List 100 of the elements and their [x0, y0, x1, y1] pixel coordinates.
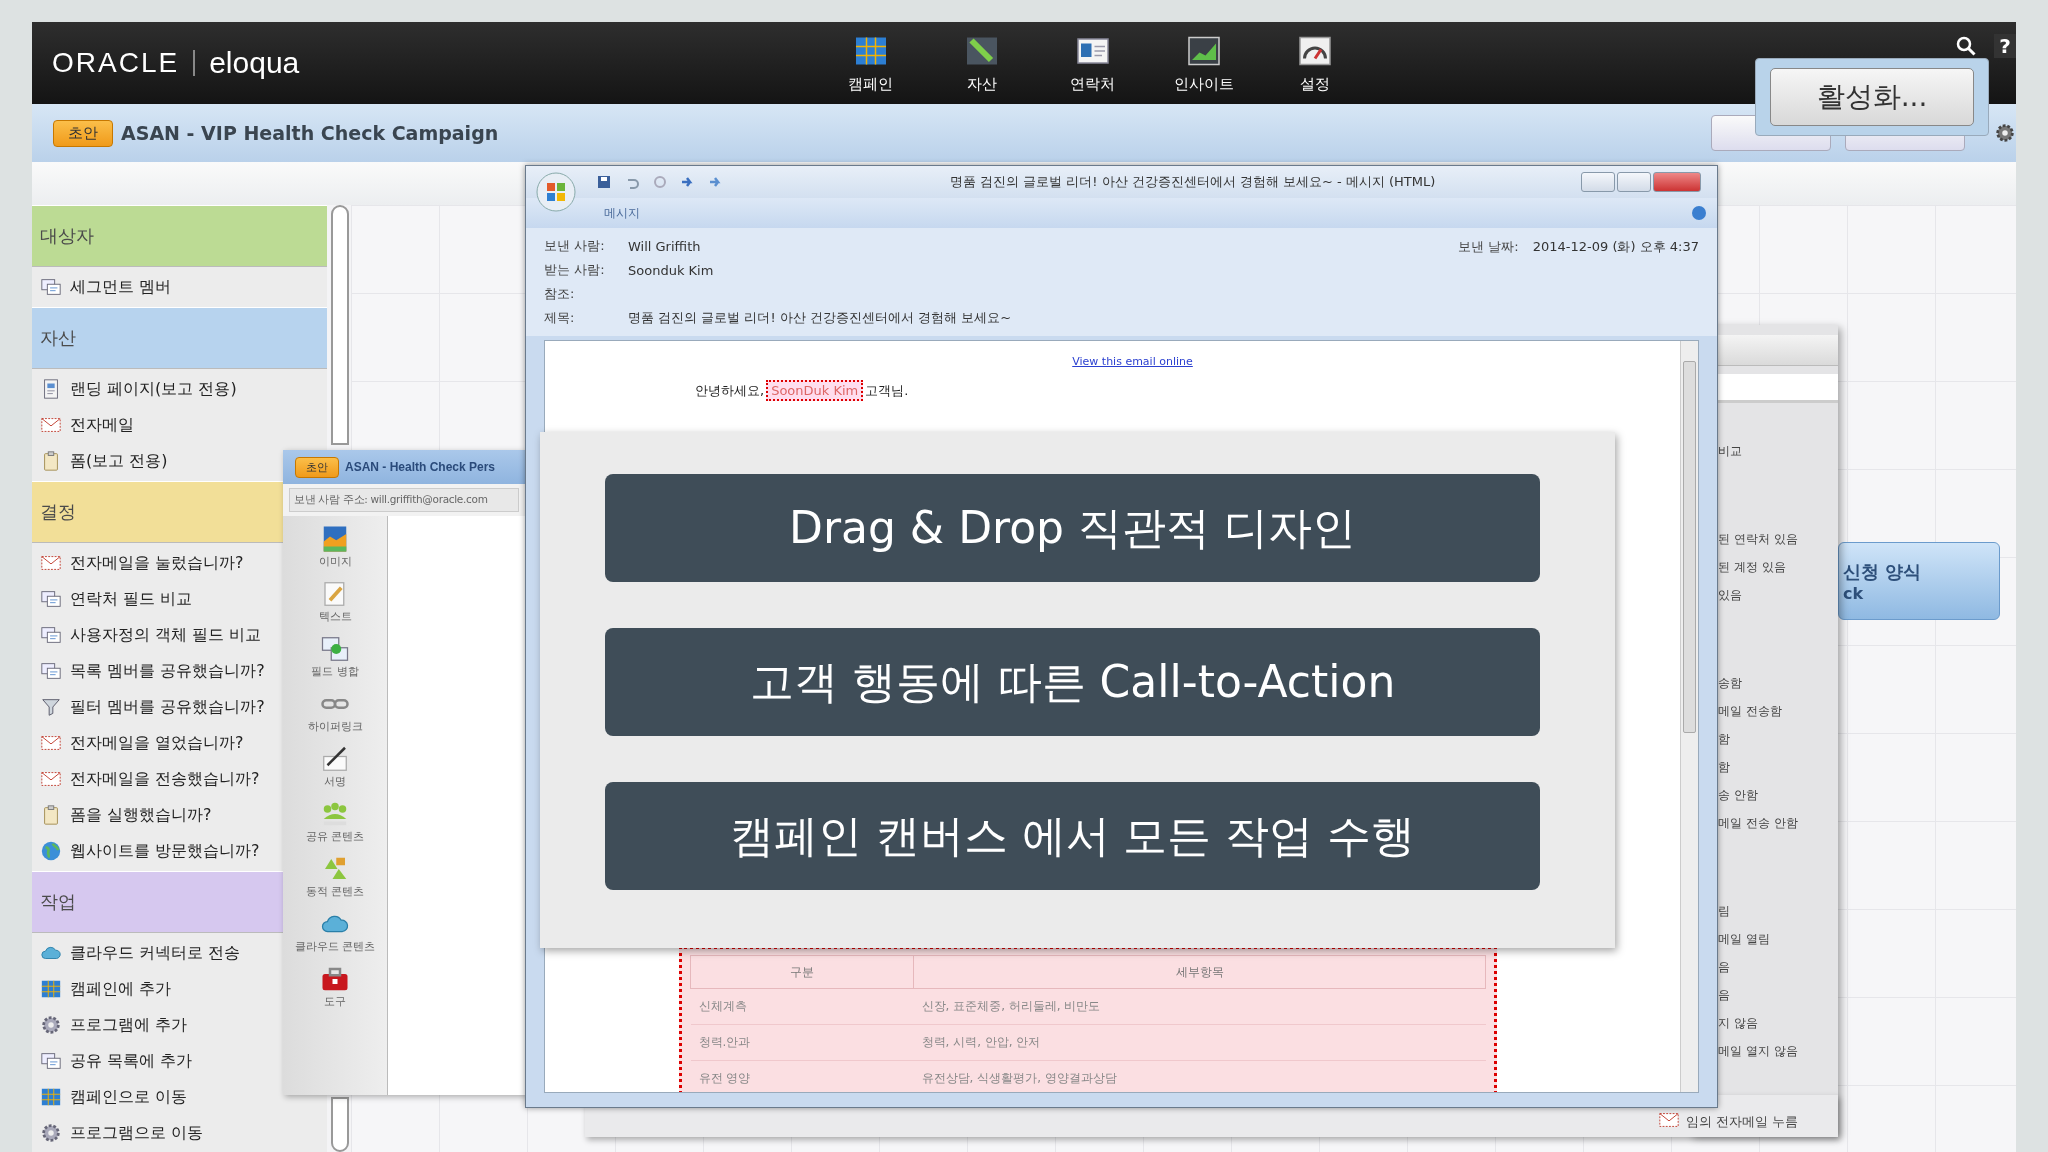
step-item[interactable]: 임의 전자메일 누름 — [1685, 1113, 1798, 1131]
table-cell: 신장, 표준체중, 허리둘레, 비만도 — [913, 988, 1486, 1025]
sidebar-item[interactable]: 연락처 필드 비교 — [70, 588, 193, 610]
node-label: 신청 양식 — [1843, 559, 1923, 584]
sidebar-item[interactable]: 캠페인에 추가 — [70, 978, 172, 1000]
cards-icon — [40, 660, 62, 682]
status-badge: 초안 — [295, 456, 339, 478]
step-item[interactable]: 메일 전송 안함 — [1718, 809, 1838, 837]
sidebar-item[interactable]: 전자메일을 열었습니까? — [70, 732, 244, 754]
minimize-button[interactable] — [1581, 172, 1615, 192]
tool-label: 필드 병합 — [311, 664, 359, 679]
step-item[interactable]: 림 — [1718, 897, 1838, 925]
field-label: 보낸 날짜: — [1458, 238, 1519, 256]
sidebar-item[interactable]: 랜딩 페이지(보고 전용) — [70, 378, 237, 400]
email-title: ASAN - Health Check Pers — [345, 460, 496, 474]
save-icon[interactable] — [596, 174, 612, 190]
step-item[interactable]: 메일 열림 — [1718, 925, 1838, 953]
sidebar-item[interactable]: 사용자정의 객체 필드 비교 — [70, 624, 262, 646]
signature-icon[interactable] — [320, 744, 350, 774]
step-item[interactable]: 메일 열지 않음 — [1718, 1037, 1838, 1065]
section-header[interactable]: 작업 — [32, 871, 283, 933]
section-header[interactable]: 결정 — [32, 481, 283, 543]
feature-callout: Drag & Drop 직관적 디자인 — [605, 474, 1540, 582]
step-item[interactable]: 비교 — [1718, 437, 1838, 465]
nav-tab[interactable]: 캠페인 — [815, 32, 926, 94]
step-item[interactable]: 있음 — [1718, 581, 1838, 609]
feature-callout: 캠페인 캔버스 에서 모든 작업 수행 — [605, 782, 1540, 890]
field-label: 받는 사람: — [544, 261, 606, 279]
canvas-node[interactable]: 신청 양식 ck — [1838, 542, 2000, 620]
step-item[interactable]: 음 — [1718, 953, 1838, 981]
maximize-button[interactable] — [1617, 172, 1651, 192]
step-item[interactable]: 함 — [1718, 725, 1838, 753]
field-value: 명품 검진의 글로벌 리더! 아산 건강증진센터에서 경험해 보세요~ — [628, 309, 1012, 327]
table-cell: 유전상담, 식생활평가, 영양결과상담 — [913, 1060, 1486, 1092]
status-badge: 초안 — [53, 119, 113, 147]
field-value: Soonduk Kim — [628, 262, 714, 278]
sidebar-item[interactable]: 전자메일을 전송했습니까? — [70, 768, 260, 790]
product-logo: eloqua — [209, 46, 300, 80]
search-icon[interactable] — [1954, 34, 1978, 58]
campaign-title: ASAN - VIP Health Check Campaign — [121, 122, 499, 144]
ribbon-tab[interactable]: 메시지 — [604, 204, 1691, 222]
grid-icon — [40, 1086, 62, 1108]
sidebar-item[interactable]: 프로그램에 추가 — [70, 1014, 188, 1036]
sidebar-item[interactable]: 목록 멤버를 공유했습니까? — [70, 660, 265, 682]
field-label: 제목: — [544, 309, 576, 327]
sidebar-item[interactable]: 세그먼트 멤버 — [70, 276, 172, 298]
merge-field: SoonDuk Kim — [766, 380, 864, 401]
sidebar-item[interactable]: 프로그램으로 이동 — [70, 1122, 204, 1144]
greeting-text: 고객님. — [865, 381, 909, 400]
feature-callout: 고객 행동에 따른 Call-to-Action — [605, 628, 1540, 736]
step-item[interactable]: 송 안함 — [1718, 781, 1838, 809]
table-cell: 청력.안과 — [690, 1024, 914, 1061]
step-item[interactable]: 메일 전송함 — [1718, 697, 1838, 725]
scrollbar[interactable] — [331, 205, 349, 445]
sidebar-item[interactable]: 필터 멤버를 공유했습니까? — [70, 696, 265, 718]
scrollbar[interactable] — [331, 1097, 349, 1152]
step-item[interactable]: 음 — [1718, 981, 1838, 1009]
greeting-text: 안녕하세요, — [695, 381, 765, 400]
funnel-icon — [40, 696, 62, 718]
sidebar-item[interactable]: 웹사이트를 방문했습니까? — [70, 840, 260, 862]
nav-tab[interactable]: 자산 — [926, 32, 1037, 94]
gear-icon — [40, 1014, 62, 1036]
globe-icon — [40, 840, 62, 862]
table-cell: 신체계측 — [690, 988, 914, 1025]
tool-label: 도구 — [324, 994, 346, 1009]
activate-button[interactable]: 활성화... — [1770, 68, 1974, 126]
close-button[interactable] — [1653, 172, 1701, 192]
monitor-icon[interactable] — [320, 634, 350, 664]
nav-tab[interactable]: 연락처 — [1037, 32, 1148, 94]
help-button[interactable]: ? — [1994, 34, 2016, 58]
node-label: ck — [1843, 583, 1865, 603]
nav-tab[interactable]: 인사이트 — [1148, 32, 1259, 94]
tool-label: 동적 콘텐츠 — [305, 884, 365, 899]
step-item[interactable]: 송함 — [1718, 669, 1838, 697]
sidebar-item[interactable]: 캠페인으로 이동 — [70, 1086, 188, 1108]
grid-icon — [40, 978, 62, 1000]
sidebar-item[interactable]: 폼을 실행했습니까? — [70, 804, 212, 826]
sidebar-item[interactable]: 폼(보고 전용) — [70, 450, 168, 472]
section-header[interactable]: 대상자 — [32, 205, 327, 267]
cards-icon — [40, 1050, 62, 1072]
sidebar-item[interactable]: 전자메일을 눌렀습니까? — [70, 552, 244, 574]
view-online-link[interactable]: View this email online — [1072, 355, 1193, 368]
field-label: 보낸 사람: — [544, 237, 606, 255]
nav-tab[interactable]: 설정 — [1259, 32, 1370, 94]
step-item[interactable]: 함 — [1718, 753, 1838, 781]
step-item[interactable]: 된 계정 있음 — [1718, 553, 1838, 581]
sidebar-item[interactable]: 클라우드 커넥터로 전송 — [70, 942, 241, 964]
sidebar-item[interactable]: 공유 목록에 추가 — [70, 1050, 193, 1072]
scrollbar[interactable] — [1680, 341, 1698, 1092]
section-header[interactable]: 자산 — [32, 307, 327, 369]
sidebar-item[interactable]: 전자메일 — [70, 414, 134, 436]
cards-icon — [40, 624, 62, 646]
step-item[interactable]: 지 않음 — [1718, 1009, 1838, 1037]
cards-icon — [40, 588, 62, 610]
from-field[interactable]: 보낸 사람 주소: will.griffith@oracle.com — [289, 488, 519, 512]
tool-label: 하이퍼링크 — [307, 719, 363, 734]
gear-icon[interactable] — [1994, 122, 2016, 144]
cards-icon — [40, 276, 62, 298]
step-item[interactable]: 된 연락처 있음 — [1718, 525, 1838, 553]
table-cell: 청력, 시력, 안압, 안저 — [913, 1024, 1486, 1061]
